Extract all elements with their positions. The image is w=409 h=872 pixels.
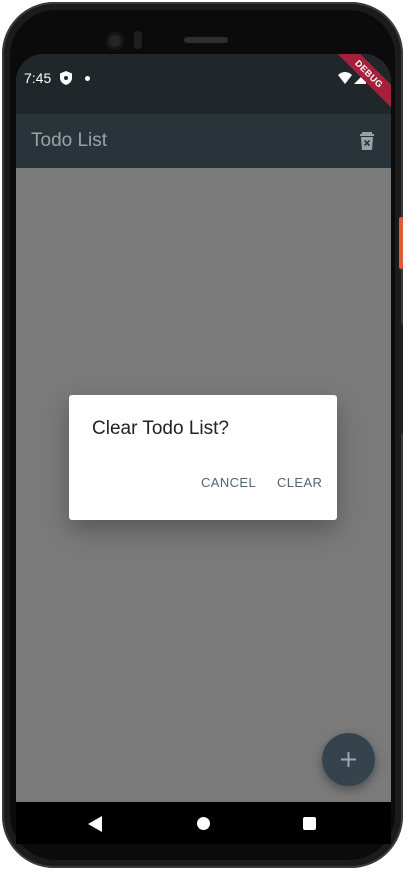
system-nav-bar [16,802,391,844]
front-camera [106,32,124,50]
dialog-title: Clear Todo List? [92,418,229,439]
add-todo-fab[interactable] [322,733,375,786]
app-screen: 7:45 DEBUG Todo List Clear Todo List? CA… [16,54,391,802]
wifi-icon [338,72,352,84]
clear-confirm-dialog: Clear Todo List? CANCEL CLEAR [69,395,337,520]
clear-button[interactable]: CLEAR [277,475,322,490]
debug-banner: DEBUG [327,54,391,116]
notification-dot-icon [85,76,90,81]
home-circle-icon[interactable] [197,817,210,830]
cancel-button[interactable]: CANCEL [201,475,256,490]
delete-sweep-icon[interactable] [356,130,378,152]
power-button [399,217,403,269]
plus-icon [341,752,356,767]
status-bar: 7:45 DEBUG [16,54,391,116]
app-bar: Todo List [16,114,391,168]
earpiece-speaker [184,37,228,43]
shield-icon [60,71,72,85]
back-triangle-icon[interactable] [88,816,102,832]
status-time: 7:45 [24,70,52,86]
page-title: Todo List [31,130,108,151]
proximity-sensor [134,31,142,49]
recents-square-icon[interactable] [303,817,316,830]
volume-button [399,324,403,434]
